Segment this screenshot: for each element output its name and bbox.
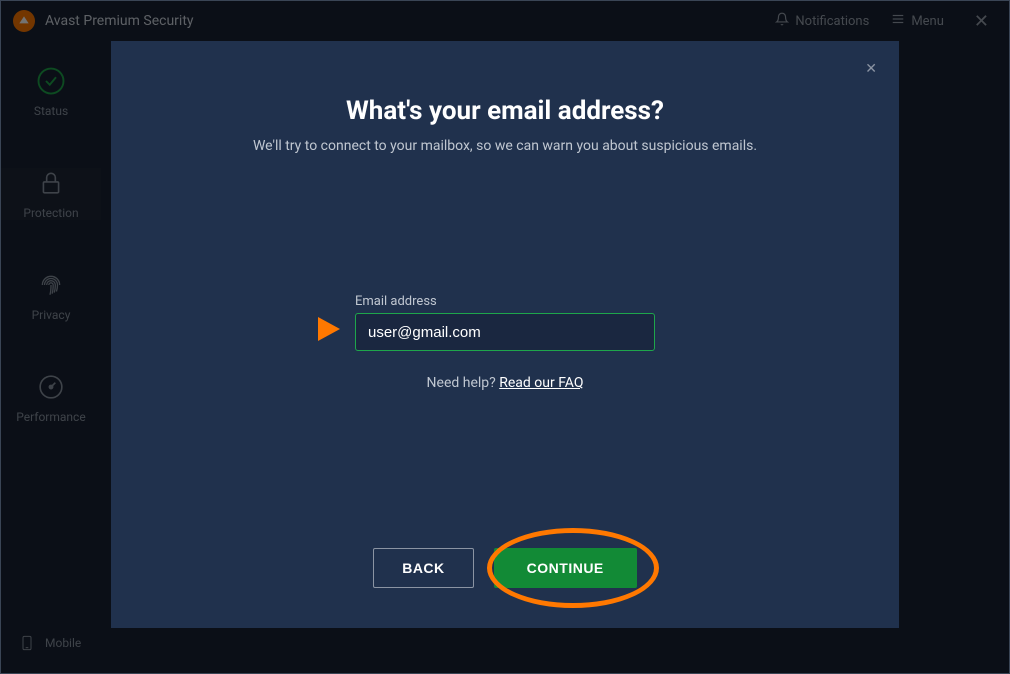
help-prefix: Need help? — [427, 375, 500, 391]
back-button[interactable]: BACK — [373, 548, 473, 588]
email-modal: ✕ What's your email address? We'll try t… — [111, 41, 899, 628]
email-field-wrapper: Email address — [355, 294, 655, 351]
arrow-right-icon — [318, 317, 340, 341]
form-area: Email address Need help? Read our FAQ — [355, 294, 655, 391]
email-field-label: Email address — [355, 294, 655, 309]
modal-title: What's your email address? — [346, 96, 664, 126]
help-text: Need help? Read our FAQ — [427, 375, 584, 391]
faq-link[interactable]: Read our FAQ — [499, 375, 583, 391]
app-window: Avast Premium Security Notifications Men… — [0, 0, 1010, 674]
email-input[interactable] — [355, 313, 655, 351]
button-row: BACK CONTINUE — [373, 548, 637, 588]
modal-subtitle: We'll try to connect to your mailbox, so… — [253, 138, 757, 154]
close-icon: ✕ — [865, 61, 877, 77]
continue-button[interactable]: CONTINUE — [494, 548, 637, 588]
modal-close-button[interactable]: ✕ — [865, 61, 877, 77]
